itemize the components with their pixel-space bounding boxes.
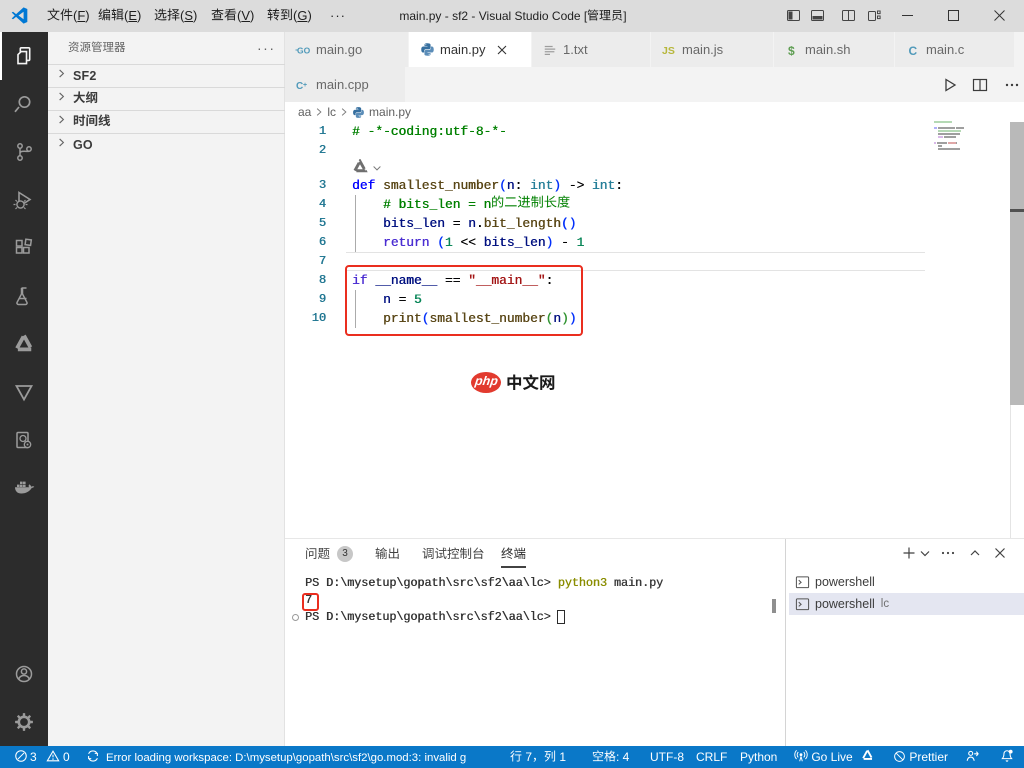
svg-text:JS: JS xyxy=(662,45,675,57)
svg-text:+: + xyxy=(303,82,307,89)
svg-text:$: $ xyxy=(788,44,795,58)
svg-text:GO: GO xyxy=(297,45,311,55)
svg-text:C: C xyxy=(909,44,918,58)
